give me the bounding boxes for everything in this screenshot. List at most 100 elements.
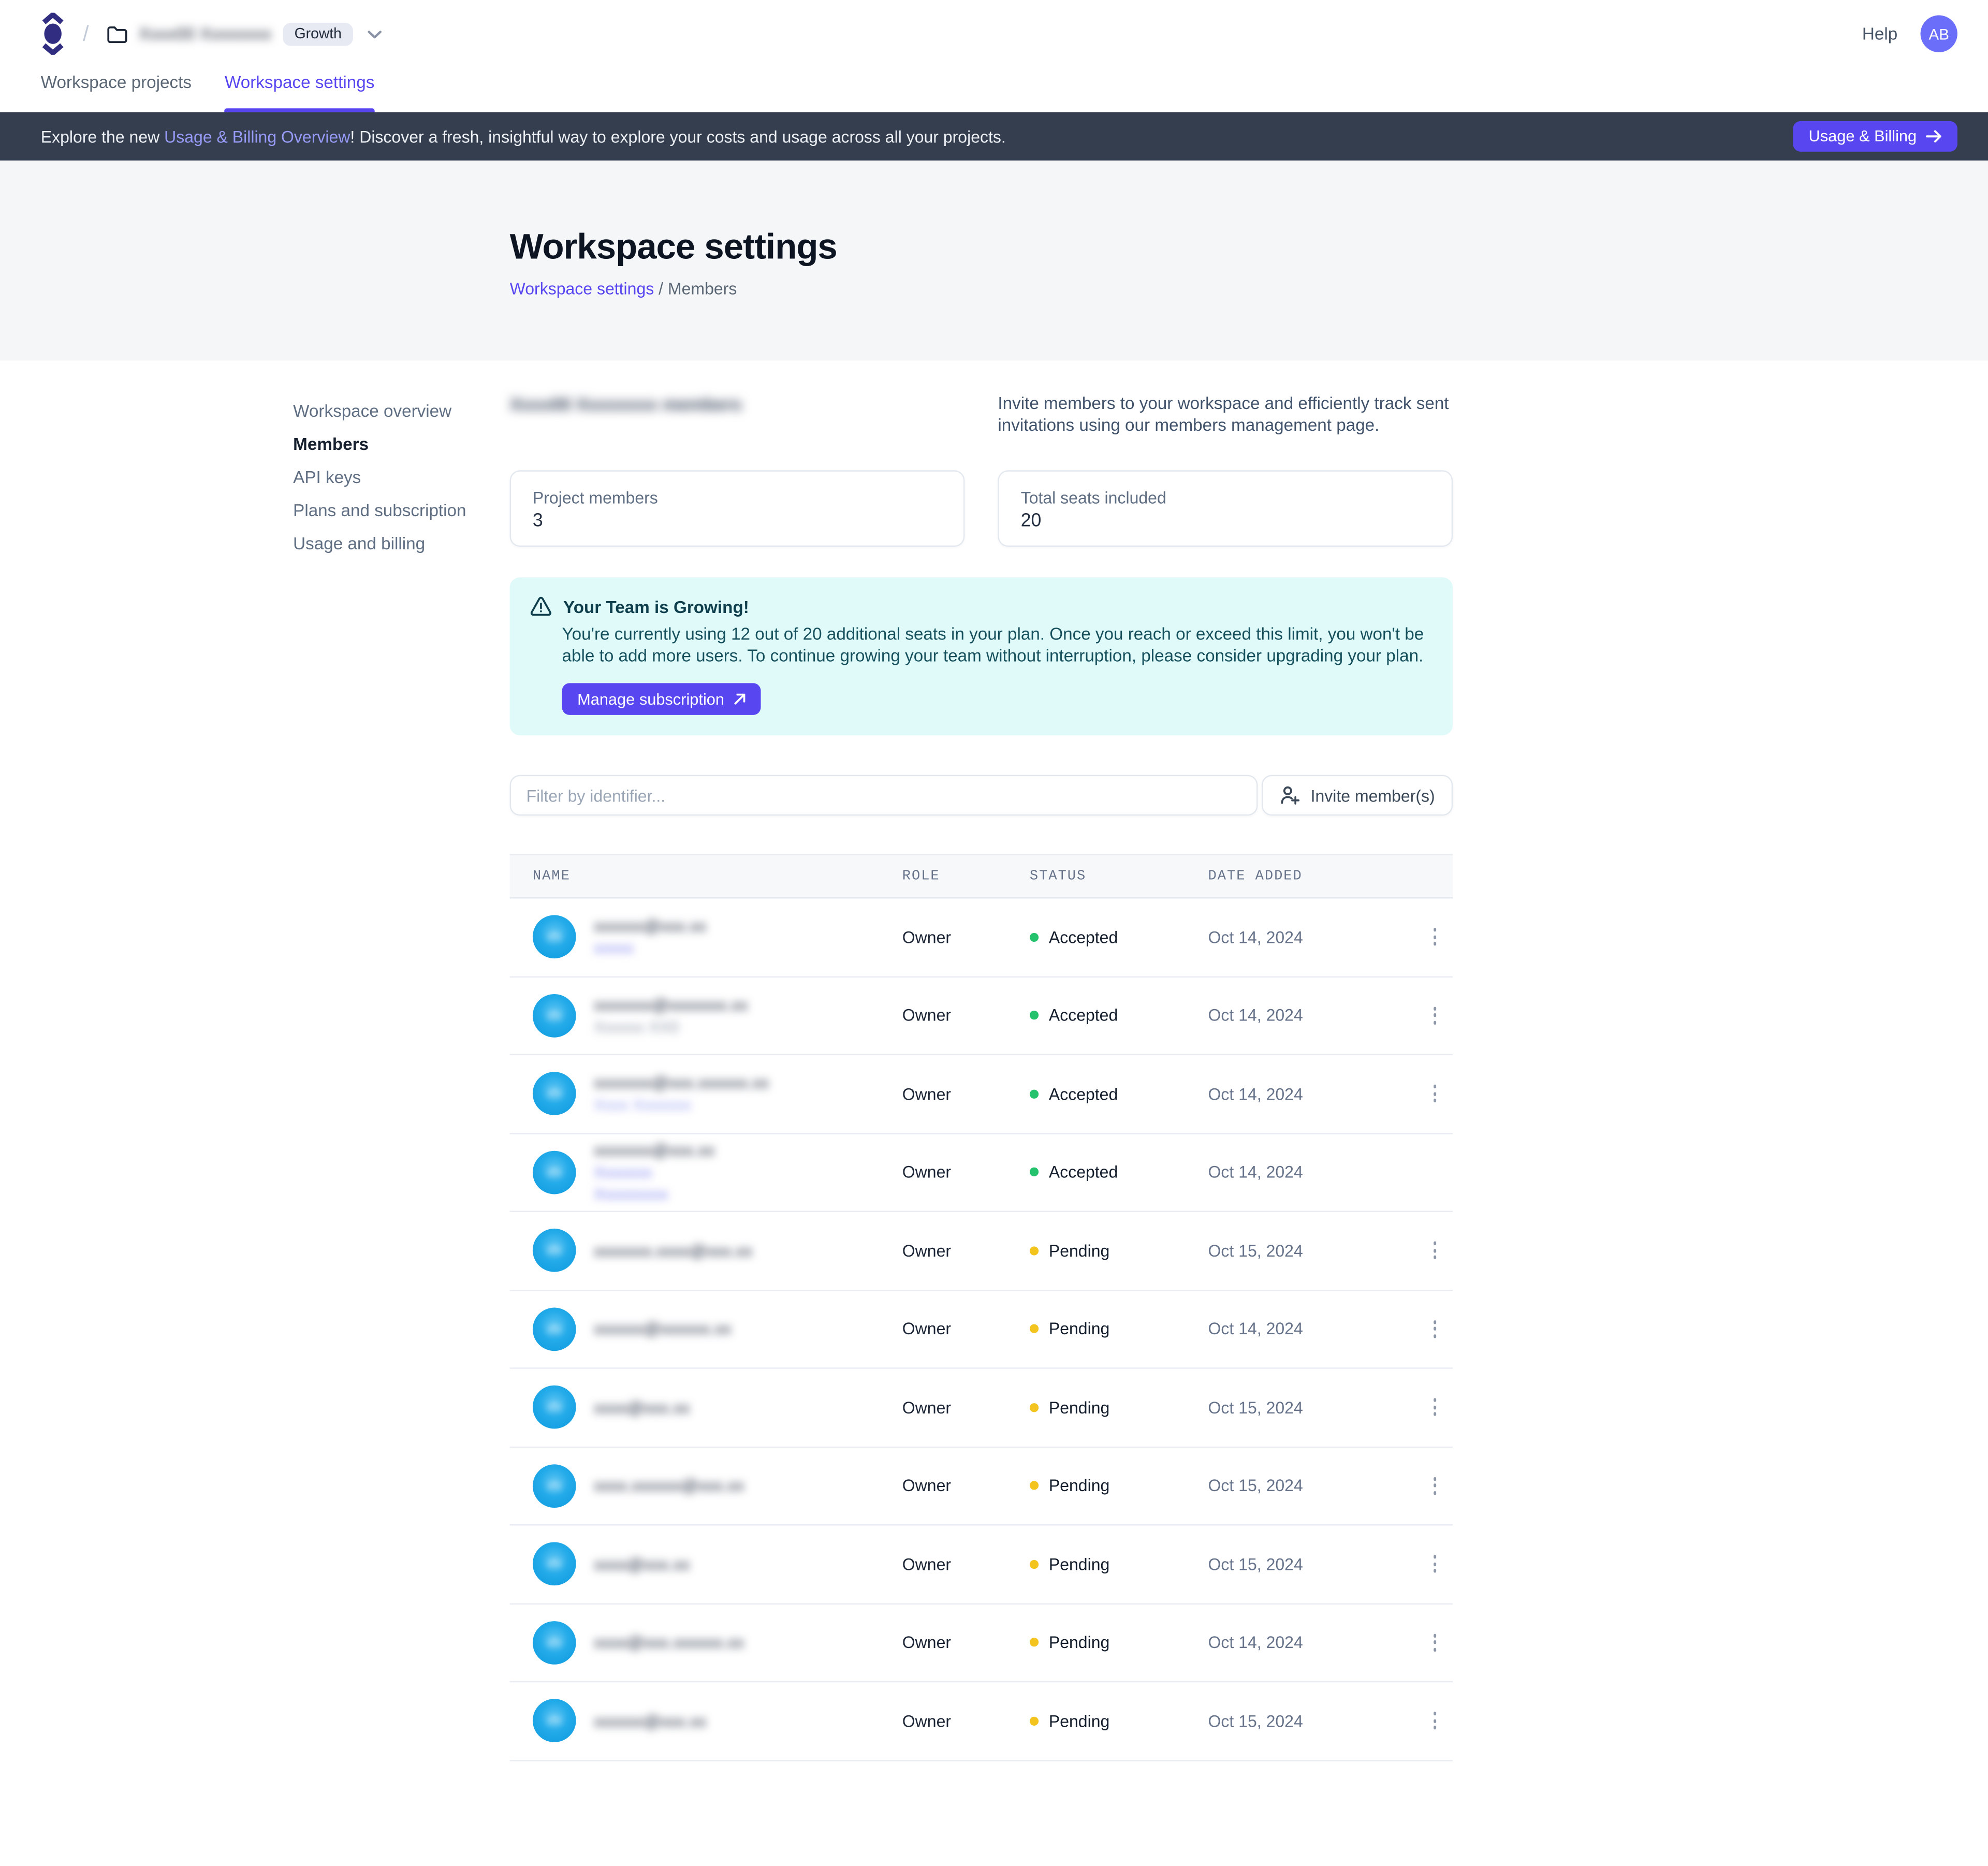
member-name-cell: xx xxxx@xxx.xx (510, 1386, 902, 1429)
stat-value: 20 (1021, 511, 1430, 531)
status-dot-icon (1030, 1638, 1039, 1647)
member-identifier: xxxx@xxx.xxxxxx.xx (594, 1633, 744, 1652)
status-dot-icon (1030, 1089, 1039, 1098)
member-identifier: xxxx.xxxxxx@xxx.xx (594, 1476, 744, 1495)
member-date-added: Oct 14, 2024 (1208, 1163, 1417, 1182)
sidebar-item-usage-and-billing[interactable]: Usage and billing (293, 527, 466, 560)
member-role: Owner (902, 1006, 1030, 1025)
announcement-text: Explore the new Usage & Billing Overview… (41, 127, 1006, 146)
member-name-cell: xx xxxxxxx@xxx.xx XxxxxxxXxxxxxxxx (510, 1141, 902, 1204)
row-menu-kebab-icon[interactable] (1417, 1550, 1453, 1578)
member-identifier: xxxxxx@xxx.xx (594, 916, 706, 936)
top-header: / Xxxx00 Xxxxxxxx Growth Help AB (0, 0, 1988, 67)
breadcrumb-workspace-settings-link[interactable]: Workspace settings (510, 279, 654, 298)
row-menu-kebab-icon[interactable] (1417, 1002, 1453, 1029)
member-name-cell: xx xxxxxx@xxxxxx.xx (510, 1307, 902, 1351)
member-identifier: xxxxxxx.xxxx@xxx.xx (594, 1241, 752, 1260)
members-table-body: xx xxxxxx@xxx.xx xxxxx Owner Accepted Oc… (510, 898, 1453, 1760)
member-date-added: Oct 15, 2024 (1208, 1241, 1417, 1260)
table-row: xx xxxxxxx@xxx.xx XxxxxxxXxxxxxxxx Owner… (510, 1134, 1453, 1212)
member-identifier: xxxxxxx@xxx.xx (594, 1141, 714, 1160)
status-label: Pending (1049, 1319, 1109, 1338)
member-date-added: Oct 15, 2024 (1208, 1554, 1417, 1573)
member-identifier: xxxxxx@xxx.xx (594, 1711, 706, 1730)
member-avatar: xx (533, 1464, 576, 1508)
member-date-added: Oct 14, 2024 (1208, 1633, 1417, 1652)
status-label: Pending (1049, 1711, 1109, 1730)
member-avatar: xx (533, 1229, 576, 1273)
sidebar-item-api-keys[interactable]: API keys (293, 460, 466, 493)
alert-title: Your Team is Growing! (563, 597, 749, 616)
status-dot-icon (1030, 1168, 1039, 1176)
invite-members-button[interactable]: Invite member(s) (1262, 775, 1453, 816)
status-label: Pending (1049, 1398, 1109, 1417)
folder-icon (107, 25, 127, 42)
member-secondary-name: Xxxxxxx (594, 1164, 714, 1182)
table-row: xx xxxxxx@xxxxxx.xx Owner Pending Oct 14… (510, 1290, 1453, 1368)
status-dot-icon (1030, 932, 1039, 941)
usage-billing-overview-link[interactable]: Usage & Billing Overview (164, 127, 350, 146)
member-date-added: Oct 14, 2024 (1208, 1084, 1417, 1103)
alert-body: You're currently using 12 out of 20 addi… (562, 624, 1432, 666)
sidebar-item-members[interactable]: Members (293, 427, 466, 460)
workspace-switcher[interactable]: Xxxx00 Xxxxxxxx Growth (107, 22, 383, 45)
member-name-cell: xx xxxxxxx@xxx.xxxxxx.xx Xxxx Xxxxxxx (510, 1072, 902, 1116)
tab-workspace-settings[interactable]: Workspace settings (225, 67, 374, 112)
row-menu-kebab-icon[interactable] (1417, 923, 1453, 951)
manage-subscription-button[interactable]: Manage subscription (562, 683, 762, 715)
table-row: xx xxxx@xxx.xx Owner Pending Oct 15, 202… (510, 1525, 1453, 1603)
status-label: Accepted (1049, 1084, 1118, 1103)
member-status: Accepted (1030, 1163, 1208, 1182)
member-avatar: xx (533, 1307, 576, 1351)
filter-input[interactable] (510, 775, 1258, 816)
table-row: xx xxxx@xxx.xx Owner Pending Oct 15, 202… (510, 1369, 1453, 1447)
status-label: Pending (1049, 1241, 1109, 1260)
row-menu-kebab-icon[interactable] (1417, 1080, 1453, 1107)
members-table-header: NAME ROLE STATUS DATE ADDED (510, 854, 1453, 898)
arrow-up-right-icon (735, 693, 746, 705)
row-menu-kebab-icon[interactable] (1417, 1707, 1453, 1734)
table-row: xx xxxx@xxx.xxxxxx.xx Owner Pending Oct … (510, 1604, 1453, 1682)
main-content: Workspace overviewMembersAPI keysPlans a… (0, 361, 1988, 1761)
member-status: Accepted (1030, 927, 1208, 946)
row-menu-kebab-icon[interactable] (1417, 1315, 1453, 1343)
row-menu-kebab-icon[interactable] (1417, 1629, 1453, 1656)
member-date-added: Oct 15, 2024 (1208, 1398, 1417, 1417)
row-menu-kebab-icon[interactable] (1417, 1394, 1453, 1421)
column-header-status: STATUS (1030, 869, 1208, 884)
user-avatar[interactable]: AB (1921, 16, 1957, 52)
stat-label: Project members (533, 488, 942, 507)
member-avatar: xx (533, 1072, 576, 1116)
breadcrumb: Workspace settings / Members (510, 279, 1988, 298)
plan-badge: Growth (283, 22, 354, 45)
app-logo-icon[interactable] (41, 13, 65, 55)
member-role: Owner (902, 1476, 1030, 1495)
member-name-cell: xx xxxxxxx@xxxxxxx.xx Xxxxxx XX0 (510, 994, 902, 1037)
member-avatar: xx (533, 994, 576, 1037)
warning-icon (530, 596, 552, 617)
member-role: Owner (902, 1711, 1030, 1730)
status-label: Pending (1049, 1554, 1109, 1573)
member-identifier: xxxx@xxx.xx (594, 1398, 690, 1417)
member-name-cell: xx xxxxxxx.xxxx@xxx.xx (510, 1229, 902, 1273)
member-status: Pending (1030, 1398, 1208, 1417)
usage-billing-button[interactable]: Usage & Billing (1793, 121, 1957, 152)
row-menu-kebab-icon[interactable] (1417, 1237, 1453, 1264)
status-dot-icon (1030, 1481, 1039, 1490)
tab-workspace-projects[interactable]: Workspace projects (41, 67, 192, 112)
status-dot-icon (1030, 1011, 1039, 1020)
member-avatar: xx (533, 1699, 576, 1743)
status-label: Accepted (1049, 927, 1118, 946)
member-identifier: xxxxxxx@xxx.xxxxxx.xx (594, 1073, 769, 1092)
help-link[interactable]: Help (1862, 24, 1897, 43)
row-menu-kebab-icon[interactable] (1417, 1472, 1453, 1499)
sidebar-item-plans-and-subscription[interactable]: Plans and subscription (293, 493, 466, 527)
member-role: Owner (902, 1633, 1030, 1652)
member-identifier: xxxx@xxx.xx (594, 1554, 690, 1573)
team-growing-alert: Your Team is Growing! You're currently u… (510, 577, 1453, 735)
member-date-added: Oct 15, 2024 (1208, 1476, 1417, 1495)
member-secondary-name: Xxxxxx XX0 (594, 1018, 748, 1036)
arrow-right-icon (1925, 130, 1942, 143)
stats-row: Project members 3 Total seats included 2… (510, 470, 1453, 547)
sidebar-item-workspace-overview[interactable]: Workspace overview (293, 394, 466, 427)
